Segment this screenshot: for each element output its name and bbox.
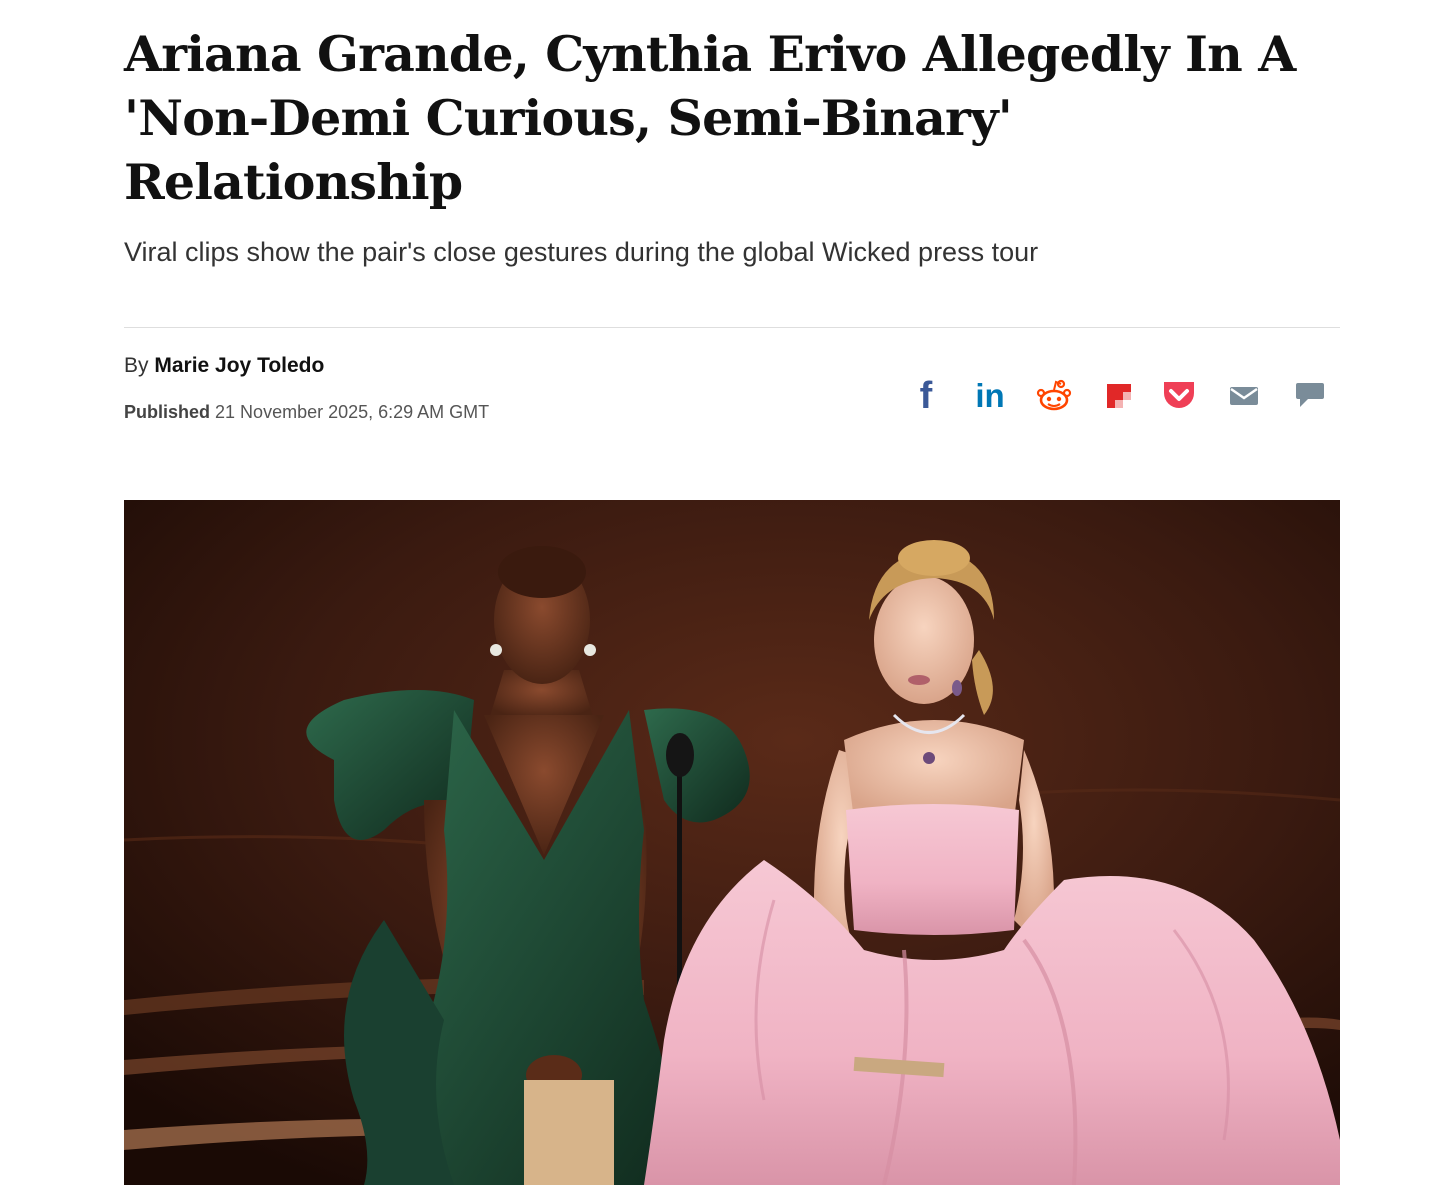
reddit-icon [1036,378,1072,414]
flipboard-icon [1105,382,1133,410]
email-icon [1229,385,1259,407]
share-linkedin-button[interactable]: in [970,372,1010,420]
hero-image [124,500,1340,1185]
byline: By Marie Joy Toledo [124,352,324,380]
publish-info: Published 21 November 2025, 6:29 AM GMT [124,400,489,424]
linkedin-icon: in [975,377,1005,414]
comments-button[interactable] [1292,372,1328,420]
share-reddit-button[interactable] [1034,372,1074,420]
article-headline: Ariana Grande, Cynthia Erivo Allegedly I… [124,25,1296,211]
share-email-button[interactable] [1226,372,1262,420]
facebook-icon: f [919,375,933,417]
author-link[interactable]: Marie Joy Toledo [154,354,324,377]
byline-prefix: By [124,354,149,377]
article-page: Ariana Grande, Cynthia Erivo Allegedly I… [0,0,1456,1185]
comment-icon [1294,381,1326,411]
published-date: 21 November 2025, 6:29 AM GMT [215,402,490,422]
share-facebook-button[interactable]: f [908,372,944,420]
photo-two-women-on-stage [124,500,1340,1185]
published-label: Published [124,402,211,422]
header-divider [124,327,1340,328]
share-bar: f in [908,372,1338,420]
pocket-icon [1161,379,1197,413]
share-flipboard-button[interactable] [1102,372,1136,420]
article-subheadline: Viral clips show the pair's close gestur… [124,237,1039,267]
share-pocket-button[interactable] [1160,372,1198,420]
